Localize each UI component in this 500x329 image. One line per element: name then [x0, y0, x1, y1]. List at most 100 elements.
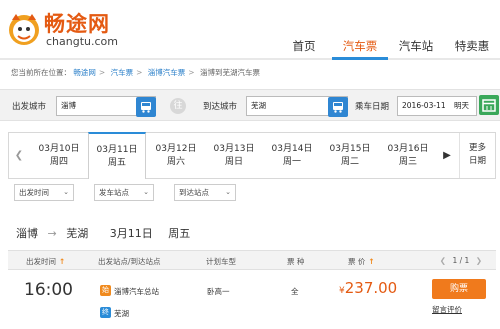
buy-ticket-button[interactable]: 购票: [432, 279, 486, 299]
review-link[interactable]: 留言评价: [432, 304, 462, 315]
breadcrumb-current: 淄博到芜湖汽车票: [199, 68, 260, 77]
chevron-down-icon: ⌄: [225, 188, 231, 196]
header-departure-time: 出发时间: [26, 257, 56, 266]
trip-row: 16:00 始 淄博汽车总站 终 芜湖 卧高一 全 ¥237.00 购票 留言评…: [8, 271, 496, 329]
filter-label: 到达站点: [179, 188, 209, 197]
to-city-label: 到达城市: [203, 102, 238, 112]
trip-ticket-type: 全: [291, 287, 299, 296]
swap-cities-icon[interactable]: 往: [170, 98, 186, 114]
bus-station-icon[interactable]: [136, 97, 156, 117]
search-bar: 出发城市 淄博 往 到达城市 芜湖 乘车日期 2016-03-11 明天: [0, 89, 500, 121]
next-page-icon[interactable]: ❯: [476, 256, 482, 265]
trip-table-header: 出发时间 ↑ 出发站点/到达站点 计划车型 票 种 票 价 ↑ ❮ 1 / 1 ❯: [8, 250, 496, 270]
date-tab[interactable]: 03月10日 周四: [30, 133, 88, 178]
trip-departure-time: 16:00: [24, 280, 73, 300]
header-vehicle-type: 计划车型: [206, 257, 236, 266]
breadcrumb-link-home[interactable]: 畅途网: [73, 68, 96, 77]
travel-date-input[interactable]: 2016-03-11 明天: [397, 96, 477, 116]
date-tab[interactable]: 03月15日 周二: [321, 133, 379, 178]
next-dates-arrow-icon[interactable]: ▶: [437, 133, 457, 178]
date-tab[interactable]: 03月13日 周日: [205, 133, 263, 178]
origin-badge: 始: [100, 285, 111, 296]
date-tab-weekday: 周三: [398, 157, 417, 167]
filter-arrival-station[interactable]: 到达站点 ⌄: [174, 184, 236, 201]
date-tab-date: 03月12日: [155, 144, 197, 154]
filter-label: 发车站点: [99, 188, 129, 197]
breadcrumb-link-city[interactable]: 淄博汽车票: [148, 68, 186, 77]
chevron-down-icon: ⌄: [143, 188, 149, 196]
breadcrumb-separator: >: [98, 68, 106, 77]
date-tab-weekday: 周二: [340, 157, 359, 167]
date-tab-weekday: 周四: [49, 157, 68, 167]
date-tab-date: 03月11日: [96, 145, 138, 155]
main-nav: 首页 汽车票 汽车站 特卖惠: [276, 34, 500, 60]
to-city-input[interactable]: 芜湖: [246, 96, 348, 117]
breadcrumb-link-bus-tickets[interactable]: 汽车票: [111, 68, 134, 77]
sort-arrow-up-icon: ↑: [59, 257, 66, 266]
header-ticket-type: 票 种: [287, 257, 305, 266]
date-tab[interactable]: 03月16日 周三: [379, 133, 437, 178]
breadcrumb-separator: >: [188, 68, 195, 77]
sort-departure-time[interactable]: 出发时间 ↑: [26, 256, 65, 267]
travel-date-weekday: 明天: [453, 101, 469, 110]
breadcrumb-separator: >: [136, 68, 143, 77]
date-tab-weekday: 周五: [107, 158, 126, 168]
date-tab-date: 03月14日: [271, 144, 313, 154]
more-dates-button[interactable]: 更多 日期: [459, 133, 495, 178]
chevron-down-icon: ⌄: [63, 188, 69, 196]
date-tab-date: 03月16日: [387, 144, 429, 154]
nav-home[interactable]: 首页: [276, 34, 332, 60]
filter-departure-time[interactable]: 出发时间 ⌄: [14, 184, 74, 201]
header-stations: 出发站点/到达站点: [98, 257, 161, 266]
date-tab[interactable]: 03月12日 周六: [147, 133, 205, 178]
date-tab-weekday: 周六: [166, 157, 185, 167]
from-city-value: 淄博: [61, 101, 76, 110]
site-logo[interactable]: 畅途网 changtu.com: [6, 8, 126, 52]
date-selector: ❮ 03月10日 周四 03月11日 周五 03月12日 周六 03月13日 周…: [8, 132, 496, 179]
trip-vehicle-type: 卧高一: [207, 287, 230, 296]
mascot-logo-icon: [9, 14, 39, 45]
trip-arrival-station: 芜湖: [114, 309, 129, 318]
to-city-value: 芜湖: [251, 101, 266, 110]
date-tab-date: 03月10日: [38, 144, 80, 154]
pagination: ❮ 1 / 1 ❯: [436, 256, 486, 265]
nav-bus-tickets[interactable]: 汽车票: [332, 34, 388, 60]
route-from: 淄博: [16, 227, 38, 240]
from-city-input[interactable]: 淄博: [56, 96, 156, 117]
prev-page-icon[interactable]: ❮: [440, 256, 446, 265]
route-arrow: →: [47, 227, 57, 240]
trip-departure-station[interactable]: 淄博汽车总站: [114, 286, 159, 297]
site-header: 畅途网 changtu.com 首页 汽车票 汽车站 特卖惠: [0, 0, 500, 60]
sort-price[interactable]: 票 价 ↑: [348, 256, 375, 267]
route-date: 3月11日: [109, 227, 153, 240]
more-dates-line2: 日期: [468, 156, 486, 166]
terminal-badge: 终: [100, 307, 111, 318]
header-price: 票 价: [348, 257, 366, 266]
bus-station-icon[interactable]: [328, 97, 348, 117]
page-indicator: 1 / 1: [452, 256, 470, 265]
route-title: 淄博 → 芜湖 3月11日 周五: [16, 225, 196, 241]
date-tab-weekday: 周一: [282, 157, 301, 167]
date-tab-weekday: 周日: [224, 157, 243, 167]
breadcrumb: 您当前所在位置： 畅途网 > 汽车票 > 淄博汽车票 > 淄博到芜湖汽车票: [11, 67, 260, 78]
nav-special-deals[interactable]: 特卖惠: [444, 34, 500, 60]
date-tab-active[interactable]: 03月11日 周五: [88, 132, 146, 179]
price-value: 237.00: [344, 279, 398, 297]
sort-arrow-up-icon: ↑: [368, 257, 375, 266]
nav-bus-stations[interactable]: 汽车站: [388, 34, 444, 60]
prev-dates-arrow-icon[interactable]: ❮: [9, 133, 29, 178]
date-tab-date: 03月15日: [329, 144, 371, 154]
route-weekday: 周五: [168, 227, 191, 240]
breadcrumb-prefix: 您当前所在位置：: [11, 68, 71, 77]
trip-price: ¥237.00: [339, 279, 397, 297]
more-dates-line1: 更多: [468, 143, 486, 153]
logo-chinese-text: 畅途网: [44, 12, 110, 36]
filter-departure-station[interactable]: 发车站点 ⌄: [94, 184, 154, 201]
date-tab[interactable]: 03月14日 周一: [263, 133, 321, 178]
date-tab-date: 03月13日: [213, 144, 255, 154]
travel-date-value: 2016-03-11: [402, 101, 446, 110]
from-city-label: 出发城市: [12, 102, 47, 112]
logo-domain-text: changtu.com: [46, 35, 118, 48]
travel-date-label: 乘车日期: [355, 102, 390, 112]
calendar-icon[interactable]: [479, 95, 499, 115]
